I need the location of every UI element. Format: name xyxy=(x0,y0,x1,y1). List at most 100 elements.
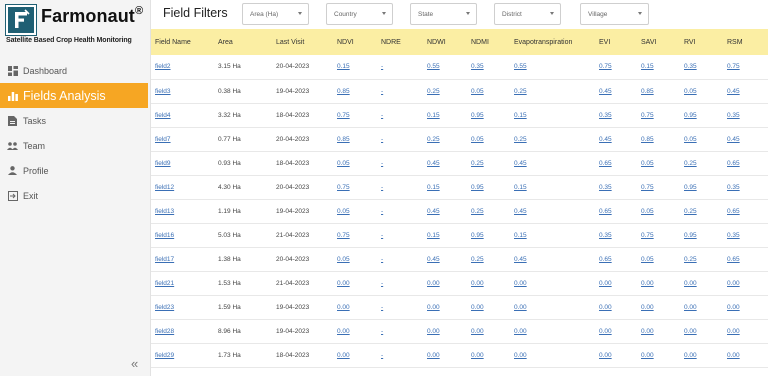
index-value-link[interactable]: 0.15 xyxy=(337,63,350,70)
index-value-link[interactable]: 0.00 xyxy=(427,328,440,335)
index-value-link[interactable]: - xyxy=(381,208,383,215)
index-value-link[interactable]: 0.00 xyxy=(427,304,440,311)
index-value-link[interactable]: 0.45 xyxy=(599,136,612,143)
field-name-link[interactable]: field23 xyxy=(155,304,174,311)
column-header[interactable]: NDVI xyxy=(333,29,377,55)
index-value-link[interactable]: 0.75 xyxy=(337,184,350,191)
index-value-link[interactable]: 0.00 xyxy=(684,304,697,311)
column-header[interactable]: SAVI xyxy=(637,29,680,55)
index-value-link[interactable]: 0.00 xyxy=(727,280,740,287)
index-value-link[interactable]: 0.00 xyxy=(471,352,484,359)
field-name-link[interactable]: field9 xyxy=(155,160,171,167)
index-value-link[interactable]: 0.45 xyxy=(514,208,527,215)
index-value-link[interactable]: 0.00 xyxy=(599,352,612,359)
index-value-link[interactable]: 0.75 xyxy=(599,63,612,70)
index-value-link[interactable]: - xyxy=(381,304,383,311)
index-value-link[interactable]: 0.25 xyxy=(684,160,697,167)
index-value-link[interactable]: 0.00 xyxy=(427,280,440,287)
table-row[interactable]: field2 3.15 Ha 20-04-2023 0.15 - 0.55 0.35 0.55… xyxy=(151,55,768,79)
column-header[interactable]: NDWI xyxy=(423,29,467,55)
index-value-link[interactable]: 0.15 xyxy=(427,112,440,119)
sidebar-item-exit[interactable]: Exit xyxy=(0,183,151,208)
index-value-link[interactable]: 0.25 xyxy=(471,160,484,167)
index-value-link[interactable]: 0.25 xyxy=(684,256,697,263)
index-value-link[interactable]: 0.25 xyxy=(514,88,527,95)
index-value-link[interactable]: 0.25 xyxy=(427,88,440,95)
index-value-link[interactable]: 0.00 xyxy=(599,304,612,311)
column-header[interactable]: Area xyxy=(214,29,272,55)
index-value-link[interactable]: 0.05 xyxy=(337,256,350,263)
index-value-link[interactable]: 0.35 xyxy=(727,184,740,191)
index-value-link[interactable]: 0.00 xyxy=(337,352,350,359)
index-value-link[interactable]: 0.05 xyxy=(337,160,350,167)
index-value-link[interactable]: 0.45 xyxy=(727,136,740,143)
index-value-link[interactable]: 0.15 xyxy=(514,184,527,191)
index-value-link[interactable]: - xyxy=(381,63,383,70)
index-value-link[interactable]: - xyxy=(381,280,383,287)
field-name-link[interactable]: field13 xyxy=(155,208,174,215)
column-header[interactable]: NDMI xyxy=(467,29,510,55)
index-value-link[interactable]: 0.00 xyxy=(599,280,612,287)
table-row[interactable]: field23 1.59 Ha 19-04-2023 0.00 - 0.00 0.00 0.0… xyxy=(151,295,768,319)
index-value-link[interactable]: 0.85 xyxy=(337,136,350,143)
index-value-link[interactable]: - xyxy=(381,328,383,335)
index-value-link[interactable]: 0.55 xyxy=(514,63,527,70)
index-value-link[interactable]: 0.75 xyxy=(337,232,350,239)
index-value-link[interactable]: - xyxy=(381,88,383,95)
index-value-link[interactable]: 0.75 xyxy=(641,232,654,239)
column-header[interactable]: RSM xyxy=(723,29,768,55)
index-value-link[interactable]: 0.45 xyxy=(427,256,440,263)
index-value-link[interactable]: 0.00 xyxy=(427,352,440,359)
index-value-link[interactable]: 0.25 xyxy=(471,208,484,215)
index-value-link[interactable]: 0.45 xyxy=(514,160,527,167)
index-value-link[interactable]: 0.75 xyxy=(641,112,654,119)
field-name-link[interactable]: field17 xyxy=(155,256,174,263)
index-value-link[interactable]: 0.15 xyxy=(427,184,440,191)
index-value-link[interactable]: 0.00 xyxy=(514,328,527,335)
field-name-link[interactable]: field3 xyxy=(155,88,171,95)
index-value-link[interactable]: 0.75 xyxy=(727,63,740,70)
index-value-link[interactable]: 0.00 xyxy=(337,328,350,335)
table-row[interactable]: field7 0.77 Ha 20-04-2023 0.85 - 0.25 0.05 0.25… xyxy=(151,127,768,151)
index-value-link[interactable]: 0.05 xyxy=(471,88,484,95)
table-row[interactable]: field21 1.53 Ha 21-04-2023 0.00 - 0.00 0.00 0.0… xyxy=(151,271,768,295)
index-value-link[interactable]: 0.35 xyxy=(599,184,612,191)
index-value-link[interactable]: 0.00 xyxy=(471,304,484,311)
index-value-link[interactable]: 0.65 xyxy=(727,160,740,167)
index-value-link[interactable]: 0.00 xyxy=(514,352,527,359)
index-value-link[interactable]: - xyxy=(381,352,383,359)
table-row[interactable]: field17 1.38 Ha 20-04-2023 0.05 - 0.45 0.25 0.4… xyxy=(151,247,768,271)
index-value-link[interactable]: 0.25 xyxy=(514,136,527,143)
index-value-link[interactable]: 0.45 xyxy=(514,256,527,263)
field-name-link[interactable]: field7 xyxy=(155,136,171,143)
index-value-link[interactable]: 0.00 xyxy=(471,328,484,335)
index-value-link[interactable]: 0.95 xyxy=(471,232,484,239)
column-header[interactable]: Field Name xyxy=(151,29,214,55)
index-value-link[interactable]: 0.15 xyxy=(514,232,527,239)
field-name-link[interactable]: field12 xyxy=(155,184,174,191)
index-value-link[interactable]: 0.35 xyxy=(599,232,612,239)
index-value-link[interactable]: 0.05 xyxy=(641,160,654,167)
index-value-link[interactable]: 0.25 xyxy=(427,136,440,143)
sidebar-item-profile[interactable]: Profile xyxy=(0,158,151,183)
column-header[interactable]: Evapotranspiration xyxy=(510,29,595,55)
column-header[interactable]: RVI xyxy=(680,29,723,55)
index-value-link[interactable]: 0.00 xyxy=(514,304,527,311)
sidebar-item-dashboard[interactable]: Dashboard xyxy=(0,58,151,83)
index-value-link[interactable]: 0.75 xyxy=(641,184,654,191)
index-value-link[interactable]: 0.15 xyxy=(514,112,527,119)
index-value-link[interactable]: 0.00 xyxy=(641,328,654,335)
index-value-link[interactable]: 0.00 xyxy=(514,280,527,287)
index-value-link[interactable]: - xyxy=(381,112,383,119)
index-value-link[interactable]: 0.65 xyxy=(599,256,612,263)
index-value-link[interactable]: 0.85 xyxy=(337,88,350,95)
index-value-link[interactable]: 0.95 xyxy=(471,184,484,191)
index-value-link[interactable]: 0.35 xyxy=(727,232,740,239)
index-value-link[interactable]: 0.25 xyxy=(471,256,484,263)
brand[interactable]: Farmonaut ® Satellite Based Crop Health … xyxy=(5,4,148,45)
index-value-link[interactable]: 0.05 xyxy=(337,208,350,215)
index-value-link[interactable]: - xyxy=(381,184,383,191)
field-name-link[interactable]: field16 xyxy=(155,232,174,239)
index-value-link[interactable]: 0.45 xyxy=(727,88,740,95)
district-filter-select[interactable]: District xyxy=(494,3,561,25)
